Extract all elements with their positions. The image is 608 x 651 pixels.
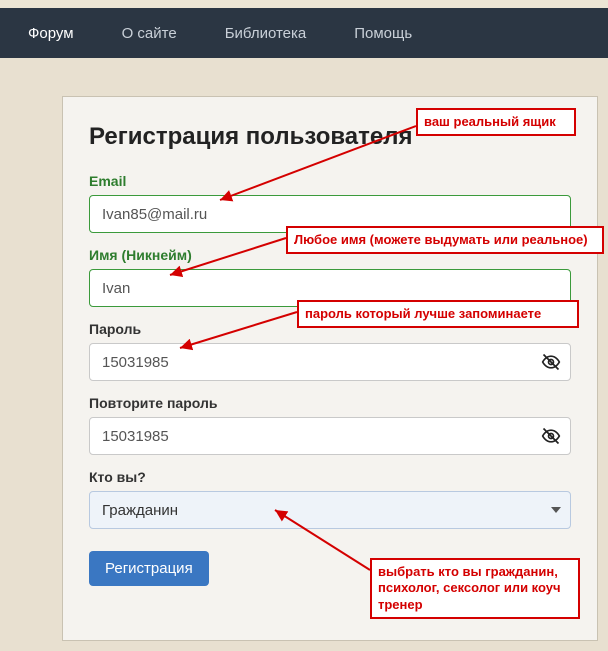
password2-field[interactable] bbox=[89, 417, 571, 455]
submit-button[interactable]: Регистрация bbox=[89, 551, 209, 586]
group-email: Email bbox=[89, 173, 571, 233]
nav-about[interactable]: О сайте bbox=[98, 10, 201, 57]
eye-off-icon[interactable] bbox=[541, 426, 561, 446]
annotation-who: выбрать кто вы гражданин, психолог, секс… bbox=[370, 558, 580, 619]
label-password2: Повторите пароль bbox=[89, 395, 571, 411]
annotation-email: ваш реальный ящик bbox=[416, 108, 576, 136]
label-email: Email bbox=[89, 173, 571, 189]
group-password: Пароль bbox=[89, 321, 571, 381]
group-name: Имя (Никнейм) bbox=[89, 247, 571, 307]
annotation-name: Любое имя (можете выдумать или реальное) bbox=[286, 226, 604, 254]
nav-library[interactable]: Библиотека bbox=[201, 10, 331, 57]
who-select[interactable]: Гражданин bbox=[89, 491, 571, 529]
top-strip bbox=[0, 0, 608, 8]
nav-forum[interactable]: Форум bbox=[4, 10, 98, 57]
main-nav: Форум О сайте Библиотека Помощь bbox=[0, 8, 608, 58]
group-who: Кто вы? Гражданин bbox=[89, 469, 571, 529]
eye-off-icon[interactable] bbox=[541, 352, 561, 372]
nav-help[interactable]: Помощь bbox=[330, 10, 436, 57]
group-password2: Повторите пароль bbox=[89, 395, 571, 455]
password-field[interactable] bbox=[89, 343, 571, 381]
label-who: Кто вы? bbox=[89, 469, 571, 485]
annotation-password: пароль который лучше запоминаете bbox=[297, 300, 579, 328]
